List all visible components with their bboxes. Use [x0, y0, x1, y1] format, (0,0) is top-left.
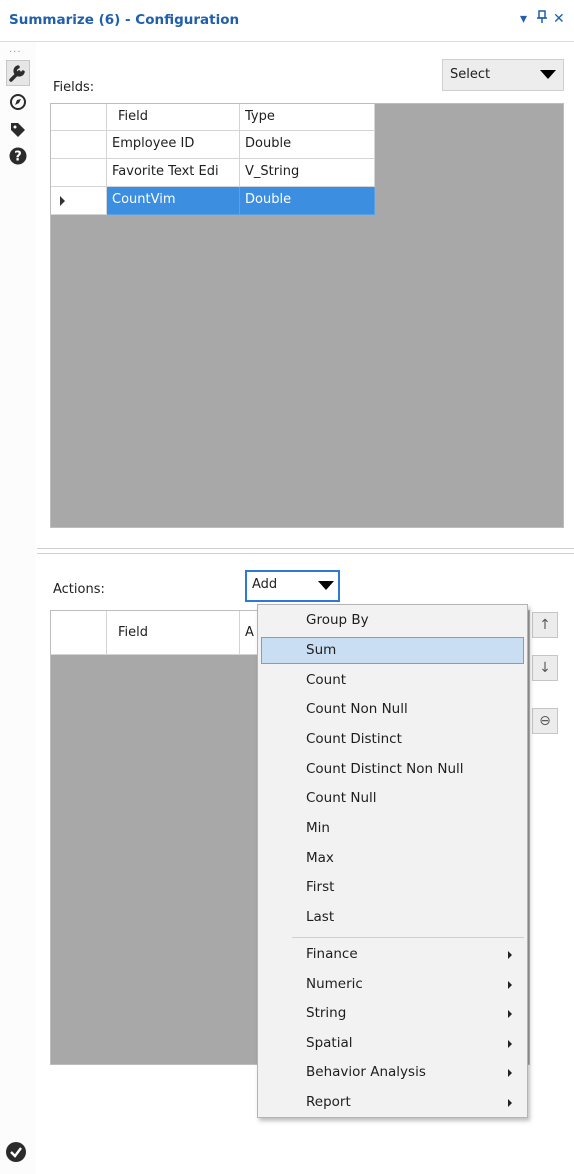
check-circle-icon: [6, 1142, 26, 1162]
panel-splitter[interactable]: [37, 548, 574, 554]
select-dropdown-value: Select: [450, 67, 491, 82]
add-dropdown[interactable]: Add: [245, 570, 340, 602]
column-header-field[interactable]: Field: [107, 611, 240, 655]
menu-item-last[interactable]: Last: [261, 904, 524, 931]
column-header-type[interactable]: Type: [240, 104, 375, 131]
tool-sidebar: ... ?: [0, 42, 36, 1174]
row-header-corner: [51, 611, 107, 655]
menu-item-max[interactable]: Max: [261, 845, 524, 872]
submenu-finance[interactable]: Finance: [261, 941, 524, 968]
fields-label: Fields:: [53, 80, 95, 95]
title-bar: Summarize (6) - Configuration ▾ ✕: [0, 0, 574, 42]
submenu-label: Spatial: [306, 1035, 353, 1051]
submenu-label: Behavior Analysis: [306, 1064, 426, 1080]
row-selector[interactable]: [51, 131, 107, 159]
column-header-field[interactable]: Field: [107, 104, 240, 131]
submenu-string[interactable]: String: [261, 1000, 524, 1027]
sidebar-grip: ...: [9, 44, 22, 55]
table-row-type[interactable]: V_String: [240, 159, 375, 187]
table-row-type-selected[interactable]: Double: [240, 187, 375, 215]
compass-icon[interactable]: [8, 92, 28, 112]
remove-button[interactable]: ⊖: [532, 708, 558, 734]
chevron-right-icon: [508, 1069, 512, 1077]
table-row-field-selected[interactable]: CountVim: [107, 187, 240, 215]
window-menu-icon[interactable]: ▾: [520, 10, 527, 28]
submenu-report[interactable]: Report: [261, 1089, 524, 1116]
tag-icon[interactable]: [8, 120, 28, 140]
submenu-label: Numeric: [306, 976, 363, 992]
menu-item-min[interactable]: Min: [261, 815, 524, 842]
menu-item-count-distinct[interactable]: Count Distinct: [261, 726, 524, 753]
row-selector-current[interactable]: [51, 187, 107, 215]
menu-item-count[interactable]: Count: [261, 667, 524, 694]
submenu-numeric[interactable]: Numeric: [261, 971, 524, 998]
chevron-right-icon: [508, 1040, 512, 1048]
select-dropdown[interactable]: Select: [442, 59, 564, 91]
fields-grid[interactable]: Field Type Employee ID Double Favorite T…: [50, 103, 564, 528]
table-row-field[interactable]: Favorite Text Edi: [107, 159, 240, 187]
chevron-right-icon: [508, 1099, 512, 1107]
actions-label: Actions:: [53, 582, 105, 597]
current-row-indicator-icon: [60, 196, 65, 206]
menu-separator: [292, 937, 524, 938]
menu-item-count-distinct-non-null[interactable]: Count Distinct Non Null: [261, 756, 524, 783]
menu-item-sum[interactable]: Sum: [261, 637, 524, 664]
submenu-label: Report: [306, 1094, 351, 1110]
submenu-spatial[interactable]: Spatial: [261, 1030, 524, 1057]
svg-text:?: ?: [14, 150, 22, 165]
submenu-label: String: [306, 1005, 347, 1021]
menu-item-first[interactable]: First: [261, 874, 524, 901]
menu-item-count-null[interactable]: Count Null: [261, 785, 524, 812]
minus-circle-icon: ⊖: [539, 713, 551, 729]
add-action-menu: Group By Sum Count Count Non Null Count …: [257, 604, 528, 1118]
close-icon[interactable]: ✕: [553, 10, 565, 28]
row-selector[interactable]: [51, 159, 107, 187]
arrow-down-icon: ↓: [539, 660, 551, 676]
menu-item-count-non-null[interactable]: Count Non Null: [261, 696, 524, 723]
submenu-behavior-analysis[interactable]: Behavior Analysis: [261, 1059, 524, 1086]
window-title: Summarize (6) - Configuration: [9, 12, 240, 28]
menu-item-group-by[interactable]: Group By: [261, 607, 524, 634]
chevron-down-icon: [318, 581, 334, 590]
pin-icon[interactable]: [536, 10, 548, 29]
help-icon[interactable]: ?: [8, 146, 28, 166]
wrench-icon[interactable]: [6, 60, 30, 86]
add-dropdown-value: Add: [252, 577, 278, 592]
submenu-label: Finance: [306, 946, 358, 962]
chevron-right-icon: [508, 1010, 512, 1018]
row-header-corner: [51, 104, 107, 131]
chevron-right-icon: [508, 981, 512, 989]
table-row-field[interactable]: Employee ID: [107, 131, 240, 159]
table-row-type[interactable]: Double: [240, 131, 375, 159]
arrow-up-icon: ↑: [539, 617, 551, 633]
chevron-right-icon: [508, 951, 512, 959]
move-down-button[interactable]: ↓: [532, 655, 558, 681]
move-up-button[interactable]: ↑: [532, 612, 558, 638]
chevron-down-icon: [540, 70, 556, 79]
